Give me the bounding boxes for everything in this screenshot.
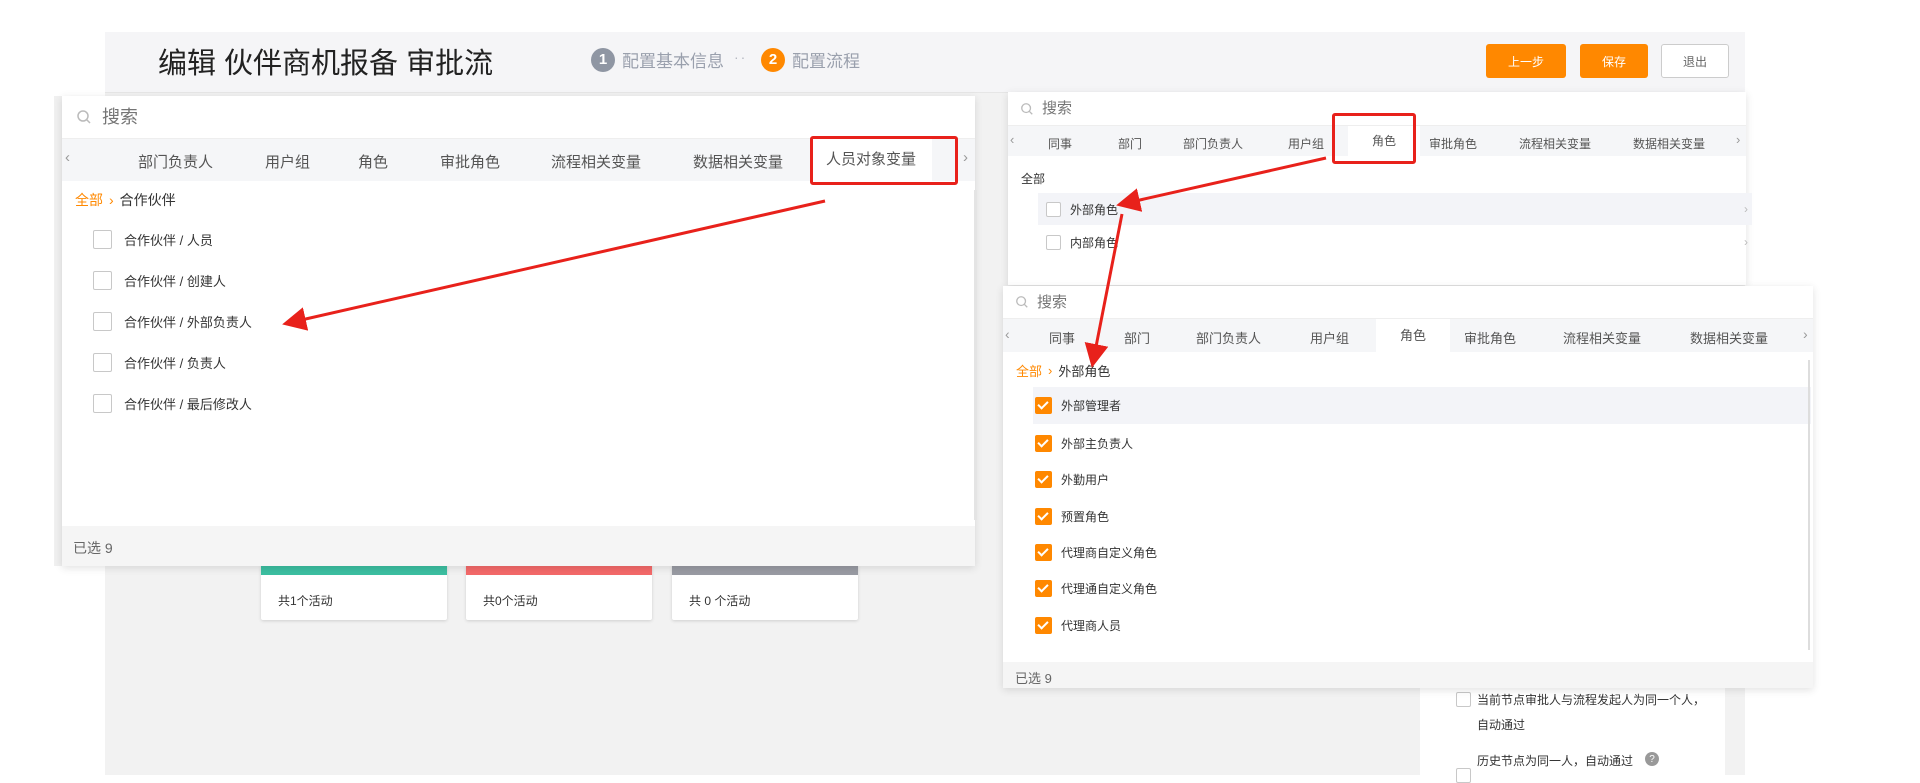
arrow-to-external-owner — [282, 199, 826, 331]
annotation-arrows — [282, 156, 1327, 368]
arrow-to-external-role-list — [1084, 213, 1124, 368]
arrow-to-external-role — [1116, 156, 1327, 212]
